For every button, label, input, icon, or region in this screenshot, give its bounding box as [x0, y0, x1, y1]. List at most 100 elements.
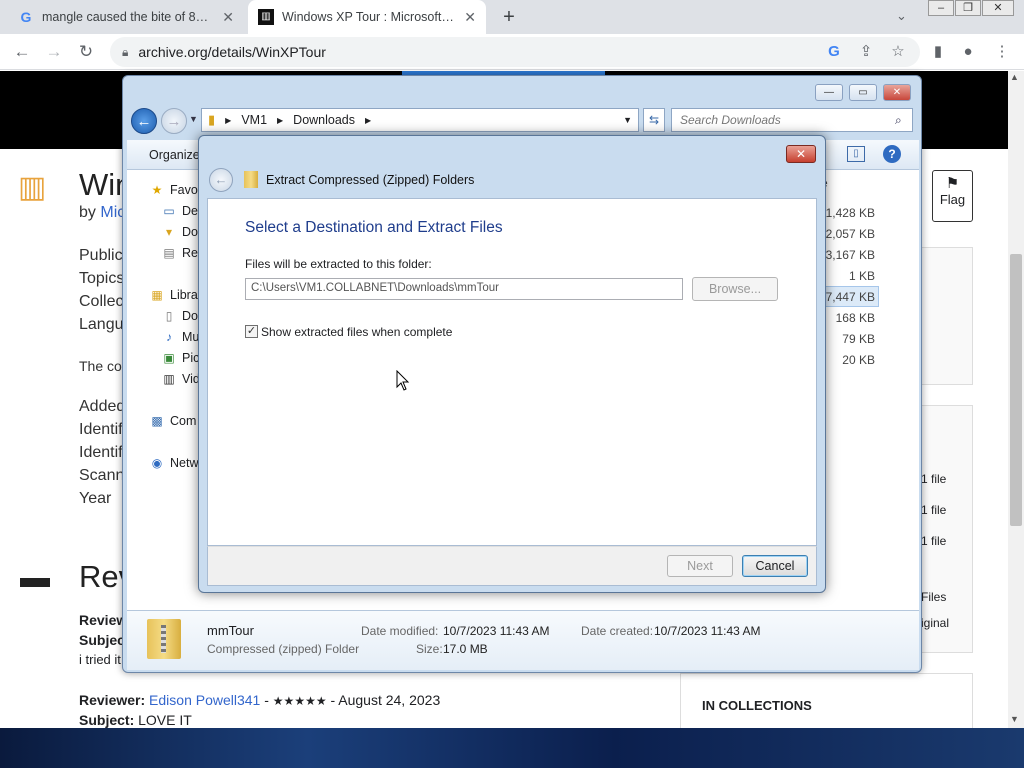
review1-subject: Subjec	[79, 632, 125, 648]
google-icon: G	[20, 9, 32, 25]
archive-icon: ▥	[258, 9, 274, 25]
new-tab-button[interactable]: +	[498, 6, 520, 28]
dialog-heading: Select a Destination and Extract Files	[245, 219, 503, 236]
info-added: Added	[79, 398, 126, 415]
google-lens-icon[interactable]: G	[824, 42, 844, 62]
browse-button[interactable]: Browse...	[692, 277, 778, 301]
show-files-label[interactable]: Show extracted files when complete	[261, 325, 452, 339]
bookmark-star-icon[interactable]: ☆	[888, 42, 908, 62]
tab-title: Windows XP Tour : Microsoft : Fr	[282, 10, 457, 24]
tab-archive[interactable]: ▥ Windows XP Tour : Microsoft : Fr ✕	[248, 0, 486, 34]
scrollbar-thumb[interactable]	[1010, 254, 1022, 526]
download-count[interactable]: 1 file	[921, 503, 946, 517]
tab-search-chevron-icon[interactable]: ⌄	[896, 8, 907, 24]
explorer-forward-button[interactable]: →	[161, 108, 187, 134]
download-count[interactable]: 1 file	[921, 472, 946, 486]
crumb-downloads[interactable]: Downloads	[293, 113, 355, 127]
crumb-vm1[interactable]: VM1	[241, 113, 267, 127]
zip-folder-icon	[147, 619, 181, 659]
scroll-down-icon[interactable]: ▼	[1010, 714, 1019, 724]
show-files-checkbox[interactable]: ✓	[245, 325, 258, 338]
nav-videos[interactable]: ▥ Vid	[161, 369, 200, 389]
profile-icon[interactable]: ●	[958, 42, 978, 62]
flag-button[interactable]: ⚑ Flag	[932, 170, 973, 222]
dialog-back-icon[interactable]: ←	[209, 168, 233, 192]
documents-icon: ▯	[165, 309, 173, 323]
help-icon[interactable]: ?	[883, 145, 901, 163]
explorer-minimize-button[interactable]: —	[815, 84, 843, 101]
side-box	[920, 247, 973, 385]
tab-close-icon[interactable]: ✕	[464, 9, 476, 26]
size-label: Size:	[416, 642, 443, 656]
zip-folder-icon	[244, 171, 258, 188]
nav-computer[interactable]: ▩ Com	[149, 411, 196, 431]
meta-topics: Topics	[79, 270, 125, 287]
crumb-arrow-icon: ▶	[225, 115, 232, 125]
menu-kebab-icon[interactable]: ⋮	[992, 42, 1012, 62]
dialog-close-button[interactable]: ✕	[786, 145, 816, 163]
flag-icon: ⚑	[945, 175, 960, 192]
tab-strip: G mangle caused the bite of 87 - G ✕ ▥ W…	[0, 0, 1024, 34]
explorer-address-bar[interactable]: ▮ ▶ VM1 ▶ Downloads ▶ ▼	[201, 108, 639, 132]
recent-pages-chevron-icon[interactable]: ▼	[189, 114, 198, 124]
share-icon[interactable]: ⇪	[856, 42, 876, 62]
info-identifier-2: Identif	[79, 444, 123, 461]
back-icon[interactable]: ←	[12, 42, 32, 62]
dialog-footer: Next Cancel	[207, 546, 817, 586]
favorites-star-icon: ★	[151, 183, 163, 197]
reviewer-link[interactable]: Edison Powell341	[149, 692, 260, 708]
desktop-taskbar	[0, 728, 1024, 768]
review1-reviewer: Review	[79, 612, 128, 628]
download-count[interactable]: 1 file	[921, 534, 946, 548]
info-scanner: Scann	[79, 467, 125, 484]
date-created-value: 10/7/2023 11:43 AM	[654, 624, 761, 638]
review1-text: i tried it	[79, 652, 121, 667]
book-icon: ▥	[18, 171, 47, 204]
desktop-icon: ▭	[163, 204, 175, 218]
maximize-button[interactable]: ❐	[955, 0, 981, 16]
extract-dialog: ✕ ← Extract Compressed (Zipped) Folders …	[198, 135, 826, 593]
review2-subject: Subject: LOVE IT	[79, 712, 192, 728]
computer-icon: ▩	[151, 414, 163, 428]
cancel-button[interactable]: Cancel	[742, 555, 808, 577]
address-dropdown-icon[interactable]: ▼	[623, 115, 632, 125]
explorer-close-button[interactable]: ✕	[883, 84, 911, 101]
nav-favorites[interactable]: ★ Favor	[149, 180, 202, 200]
preview-pane-icon[interactable]: ▯	[847, 146, 865, 162]
reload-icon[interactable]: ↻	[76, 42, 96, 62]
minimize-button[interactable]: –	[928, 0, 954, 16]
dialog-body: Select a Destination and Extract Files F…	[207, 198, 817, 546]
forward-icon[interactable]: →	[44, 42, 64, 62]
refresh-icon[interactable]: ⇆	[643, 108, 665, 132]
libraries-icon: ▦	[151, 288, 163, 302]
folder-icon: ▮	[208, 112, 216, 127]
tab-close-icon[interactable]: ✕	[222, 9, 234, 26]
nav-pictures[interactable]: ▣ Pict	[161, 348, 203, 368]
organize-menu[interactable]: Organize	[149, 148, 200, 162]
tab-google-search[interactable]: G mangle caused the bite of 87 - G ✕	[8, 0, 244, 34]
nav-libraries[interactable]: ▦ Libra	[149, 285, 197, 305]
nav-network[interactable]: ◉ Netw	[149, 453, 199, 473]
pictures-icon: ▣	[163, 351, 175, 365]
nav-music[interactable]: ♪ Mu	[161, 327, 199, 347]
next-button[interactable]: Next	[667, 555, 733, 577]
info-year: Year	[79, 490, 112, 507]
explorer-search-input[interactable]: Search Downloads	[671, 108, 913, 132]
by-line: by Mic	[79, 204, 126, 221]
meta-public: Public	[79, 247, 123, 264]
tab-title: mangle caused the bite of 87 - G	[42, 10, 215, 24]
browser-toolbar: ← → ↻ 🔒︎ archive.org/details/WinXPTour G…	[0, 34, 1024, 70]
explorer-maximize-button[interactable]: ▭	[849, 84, 877, 101]
explorer-back-button[interactable]: ←	[131, 108, 157, 134]
side-panel-icon[interactable]: ▮	[928, 42, 948, 62]
close-window-button[interactable]: ✕	[982, 0, 1014, 16]
videos-icon: ▥	[163, 372, 175, 386]
destination-path-input[interactable]: C:\Users\VM1.COLLABNET\Downloads\mmTour	[245, 278, 683, 300]
address-bar[interactable]: 🔒︎ archive.org/details/WinXPTour	[110, 37, 920, 67]
scroll-up-icon[interactable]: ▲	[1010, 72, 1019, 82]
date-modified-label: Date modified:	[361, 624, 439, 638]
original-label: iginal	[921, 616, 950, 630]
show-all-files[interactable]: Files	[921, 590, 946, 604]
recent-places-icon: ▤	[163, 246, 175, 260]
reviews-speech-icon: ▬	[20, 561, 50, 594]
